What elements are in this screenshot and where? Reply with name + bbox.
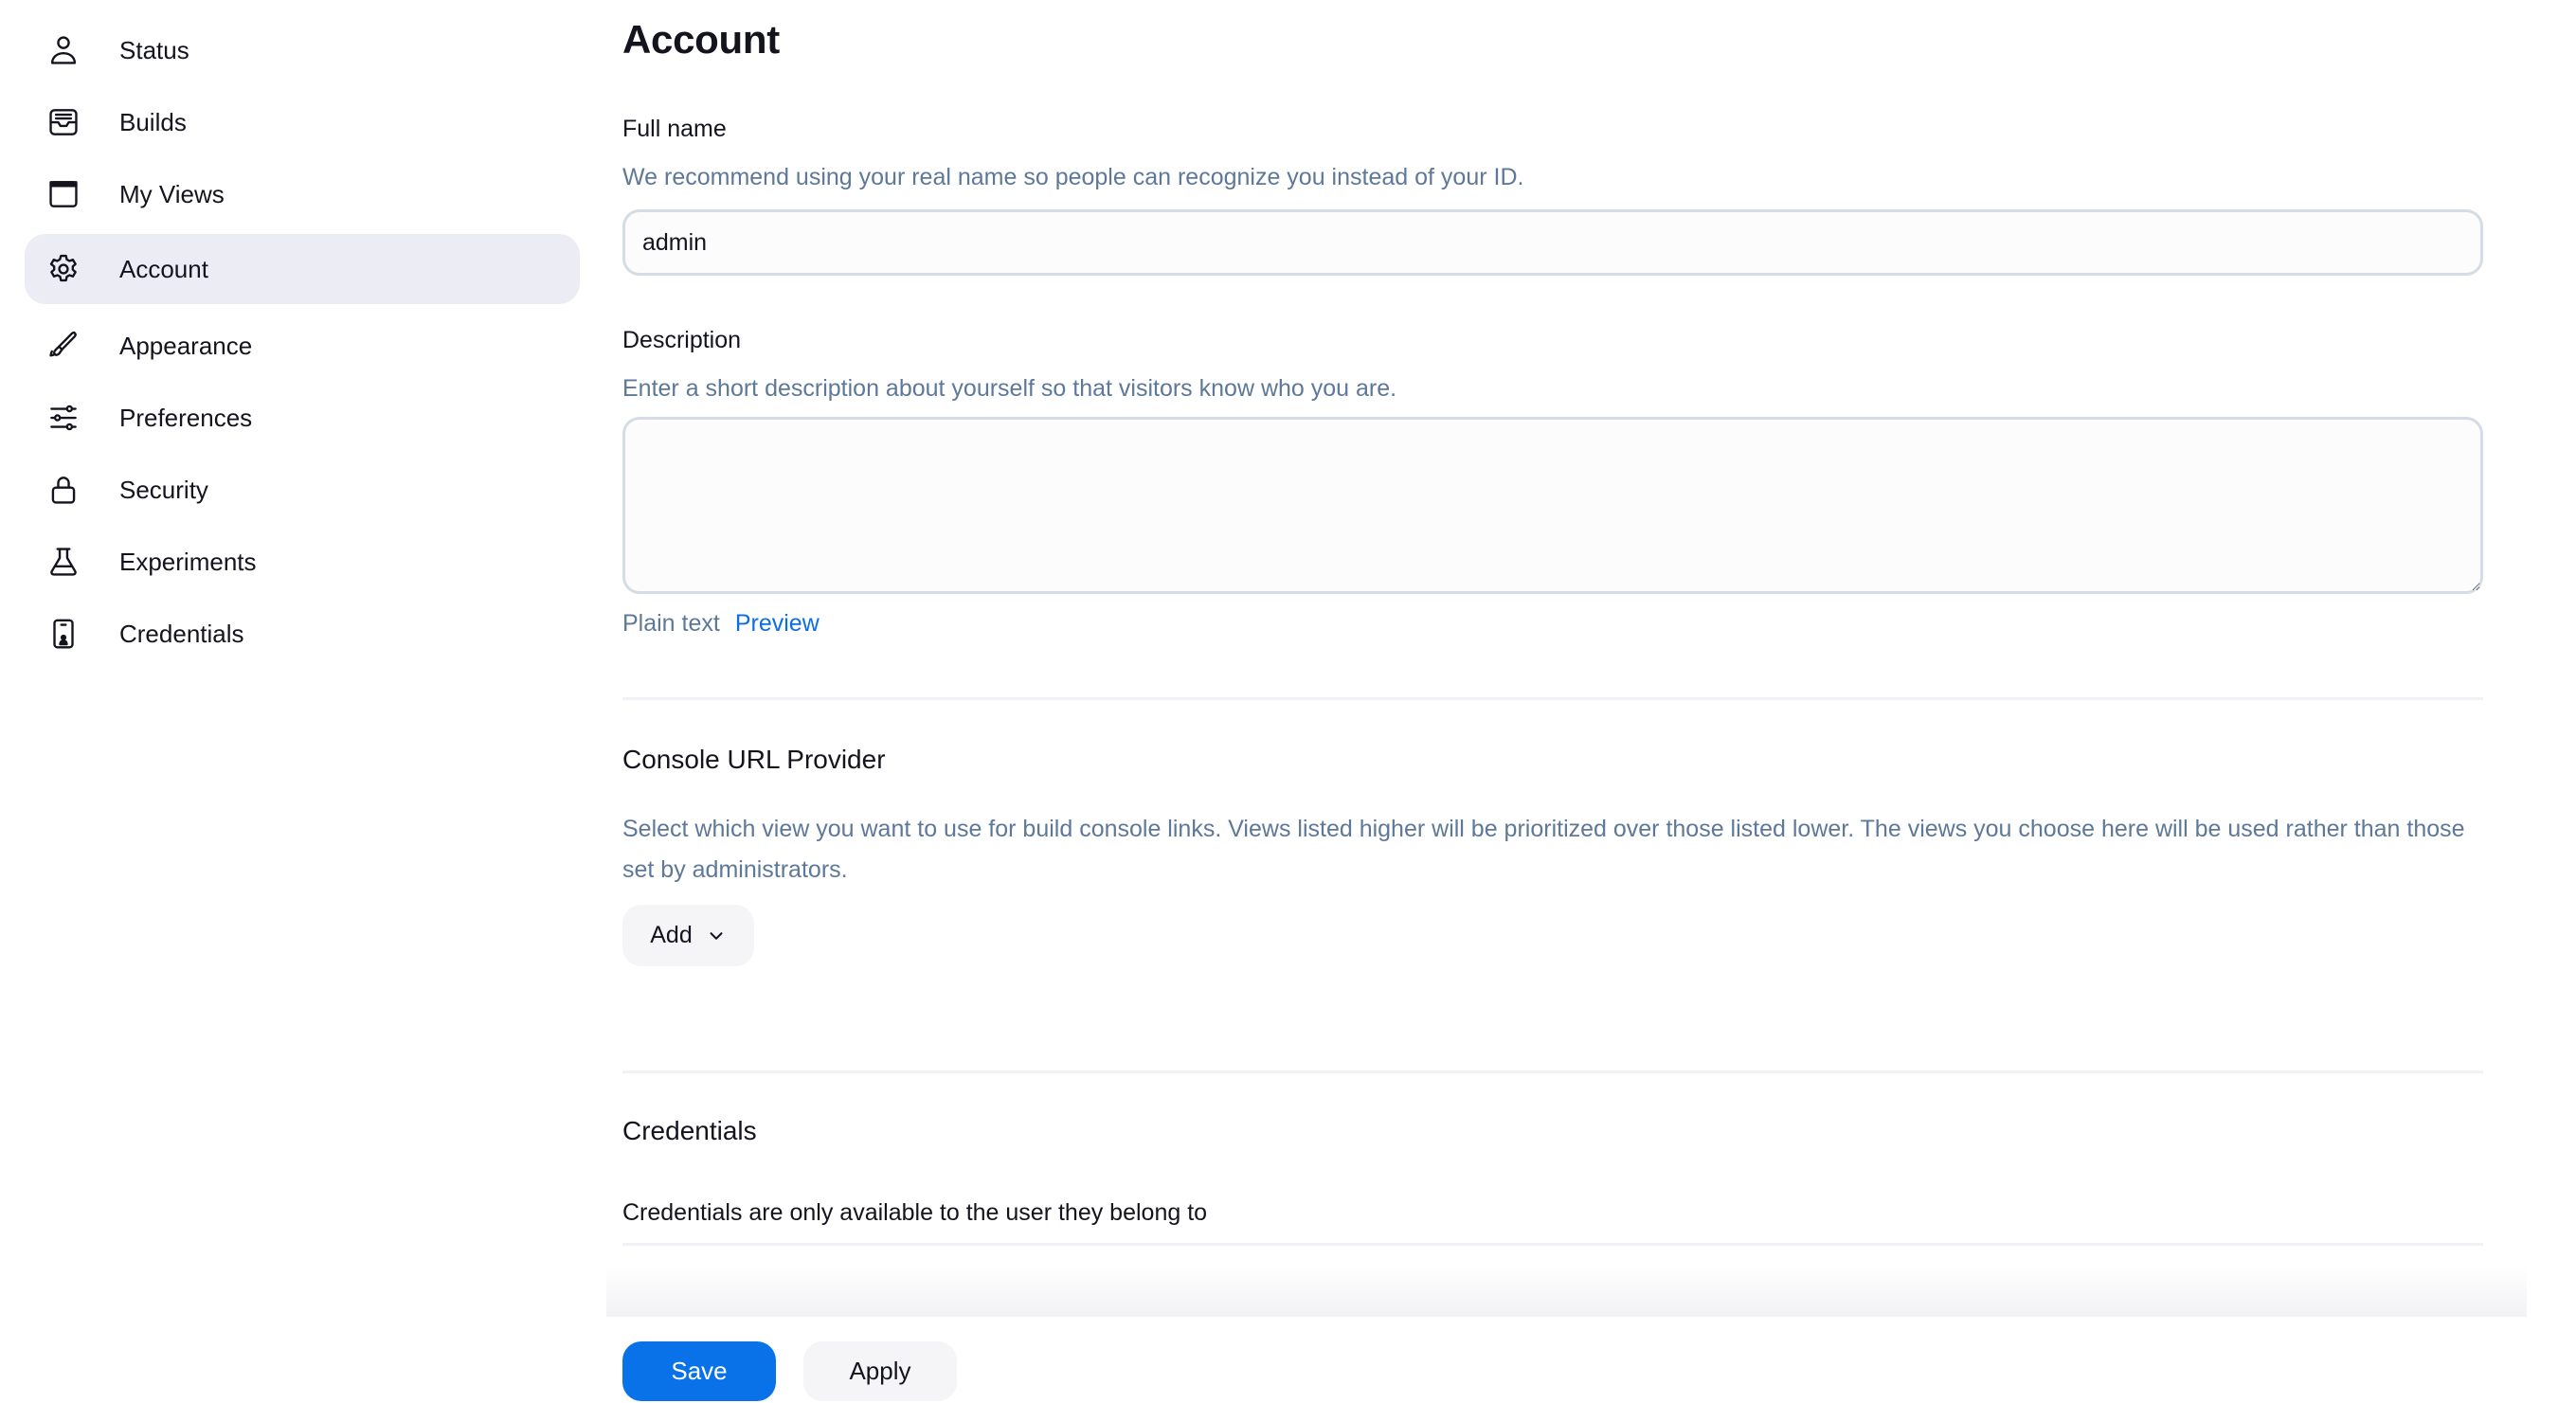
section-divider [622, 1243, 2483, 1246]
sidebar-item-appearance[interactable]: Appearance [25, 310, 580, 382]
section-divider [622, 697, 2483, 700]
sidebar-item-preferences[interactable]: Preferences [25, 382, 580, 454]
full-name-input[interactable] [622, 209, 2483, 276]
add-button-label: Add [650, 922, 693, 948]
section-divider [622, 1070, 2483, 1073]
chevron-down-icon [710, 931, 723, 940]
description-format-row: Plain text Preview [622, 610, 820, 638]
sidebar-item-my-views[interactable]: My Views [25, 158, 580, 230]
lock-icon [45, 472, 81, 508]
sidebar-item-builds[interactable]: Builds [25, 86, 580, 158]
bottom-action-bar: Save Apply [0, 1317, 2576, 1403]
sidebar-item-credentials[interactable]: Credentials [25, 598, 580, 670]
sidebar-item-label: Status [119, 35, 189, 64]
flask-icon [45, 544, 81, 580]
plain-text-format-label: Plain text [622, 610, 720, 637]
description-help: Enter a short description about yourself… [622, 375, 1397, 402]
id-badge-icon [45, 616, 81, 652]
gear-icon [45, 251, 81, 287]
apply-button[interactable]: Apply [803, 1341, 957, 1401]
bottom-bar-shadow [606, 1265, 2527, 1317]
paintbrush-icon [45, 328, 81, 364]
add-console-url-provider-button[interactable]: Add [622, 905, 754, 966]
sidebar-item-label: Appearance [119, 331, 253, 360]
full-name-label: Full name [622, 116, 727, 142]
description-label: Description [622, 327, 742, 353]
credentials-heading: Credentials [622, 1116, 757, 1145]
sliders-icon [45, 400, 81, 436]
preview-link[interactable]: Preview [735, 610, 820, 638]
person-icon [45, 32, 81, 68]
sidebar-item-experiments[interactable]: Experiments [25, 526, 580, 598]
console-url-provider-help: Select which view you want to use for bu… [622, 816, 2465, 883]
sidebar-item-label: My Views [119, 179, 225, 208]
description-textarea[interactable] [622, 417, 2483, 594]
sidebar-item-label: Account [119, 254, 208, 283]
page-title: Account [622, 17, 780, 62]
inbox-tray-icon [45, 104, 81, 140]
sidebar-item-status[interactable]: Status [25, 14, 580, 86]
sidebar-item-label: Credentials [119, 619, 244, 648]
window-icon [45, 176, 81, 212]
sidebar-item-account[interactable]: Account [25, 234, 580, 304]
sidebar-item-label: Security [119, 475, 208, 504]
sidebar-item-label: Builds [119, 107, 187, 136]
console-url-provider-heading: Console URL Provider [622, 745, 886, 774]
settings-sidebar: Status Builds My Views Account Appearanc… [25, 14, 580, 670]
sidebar-item-security[interactable]: Security [25, 454, 580, 526]
sidebar-item-label: Preferences [119, 403, 253, 432]
sidebar-item-label: Experiments [119, 547, 257, 576]
save-button[interactable]: Save [622, 1341, 776, 1401]
full-name-help: We recommend using your real name so peo… [622, 164, 1524, 190]
credentials-note: Credentials are only available to the us… [622, 1199, 1208, 1226]
account-settings-page: Status Builds My Views Account Appearanc… [0, 0, 2576, 1403]
